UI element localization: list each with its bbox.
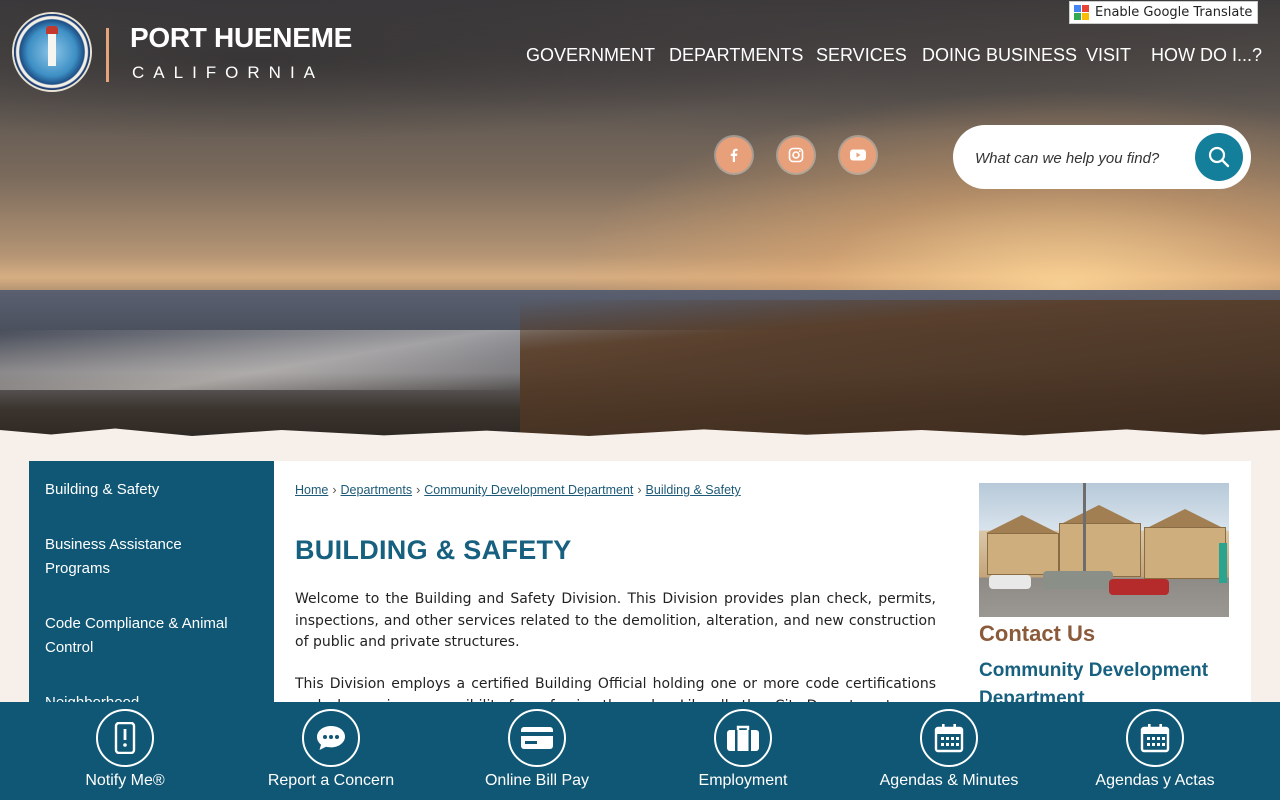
google-translate-label: Enable Google Translate bbox=[1095, 5, 1253, 20]
quick-link-employment[interactable]: Employment bbox=[640, 702, 846, 800]
calendar-icon bbox=[920, 709, 978, 767]
city-seal-logo[interactable] bbox=[14, 14, 90, 90]
construction-photo bbox=[979, 483, 1229, 617]
nav-visit[interactable]: VISIT bbox=[1086, 45, 1131, 66]
search-button[interactable] bbox=[1195, 133, 1243, 181]
quick-link-report-concern[interactable]: Report a Concern bbox=[228, 702, 434, 800]
quick-link-label: Report a Concern bbox=[267, 772, 395, 789]
quick-link-label: Agendas y Actas bbox=[1095, 772, 1215, 789]
google-translate-button[interactable]: Enable Google Translate bbox=[1069, 1, 1258, 24]
contact-heading: Contact Us bbox=[979, 621, 1096, 646]
credit-card-icon bbox=[508, 709, 566, 767]
quick-link-notify-me[interactable]: Notify Me® bbox=[22, 702, 228, 800]
brand-state[interactable]: CALIFORNIA bbox=[132, 63, 324, 83]
nav-services[interactable]: SERVICES bbox=[816, 45, 907, 66]
quick-link-label: Online Bill Pay bbox=[484, 772, 590, 789]
breadcrumb-home[interactable]: Home bbox=[295, 483, 328, 497]
nav-departments[interactable]: DEPARTMENTS bbox=[669, 45, 803, 66]
google-translate-icon bbox=[1074, 5, 1089, 20]
instagram-icon[interactable] bbox=[778, 137, 814, 173]
intro-paragraph: Welcome to the Building and Safety Divis… bbox=[295, 591, 936, 650]
breadcrumb-building-safety[interactable]: Building & Safety bbox=[646, 483, 741, 497]
nav-how-do-i[interactable]: HOW DO I...? bbox=[1151, 45, 1262, 66]
nav-government[interactable]: GOVERNMENT bbox=[526, 45, 655, 66]
breadcrumb: Home › Departments › Community Development D… bbox=[295, 483, 741, 497]
sidebar-item-building-safety[interactable]: Building & Safety bbox=[45, 478, 245, 502]
calendar-icon bbox=[1126, 709, 1184, 767]
breadcrumb-departments[interactable]: Departments bbox=[341, 483, 413, 497]
hero-beach bbox=[520, 300, 1280, 440]
quick-links-bar: Notify Me® Report a Concern Online Bill … bbox=[0, 702, 1280, 800]
phone-alert-icon bbox=[96, 709, 154, 767]
chat-bubble-icon bbox=[302, 709, 360, 767]
youtube-icon[interactable] bbox=[840, 137, 876, 173]
nav-doing-business[interactable]: DOING BUSINESS bbox=[922, 45, 1077, 66]
sidebar-nav: Building & Safety Business Assistance Pr… bbox=[29, 461, 274, 721]
sidebar-item-code-compliance[interactable]: Code Compliance & Animal Control bbox=[45, 612, 245, 660]
breadcrumb-community-development[interactable]: Community Development Department bbox=[424, 483, 633, 497]
quick-link-agendas-minutes[interactable]: Agendas & Minutes bbox=[846, 702, 1052, 800]
briefcase-icon bbox=[714, 709, 772, 767]
quick-link-agendas-actas[interactable]: Agendas y Actas bbox=[1052, 702, 1258, 800]
search-icon bbox=[1208, 146, 1230, 168]
sidebar-item-business-assistance[interactable]: Business Assistance Programs bbox=[45, 533, 245, 581]
brand-divider bbox=[106, 28, 109, 82]
quick-link-label: Notify Me® bbox=[85, 772, 165, 789]
quick-link-label: Employment bbox=[698, 772, 788, 789]
page-title: BUILDING & SAFETY bbox=[295, 535, 572, 565]
quick-link-label: Agendas & Minutes bbox=[879, 772, 1019, 789]
search-input[interactable] bbox=[973, 145, 1177, 171]
brand-name[interactable]: PORT HUENEME bbox=[130, 22, 352, 54]
main-content: Home › Departments › Community Development D… bbox=[274, 461, 1251, 721]
quick-link-online-bill-pay[interactable]: Online Bill Pay bbox=[434, 702, 640, 800]
facebook-icon[interactable] bbox=[716, 137, 752, 173]
search-box bbox=[953, 125, 1251, 189]
